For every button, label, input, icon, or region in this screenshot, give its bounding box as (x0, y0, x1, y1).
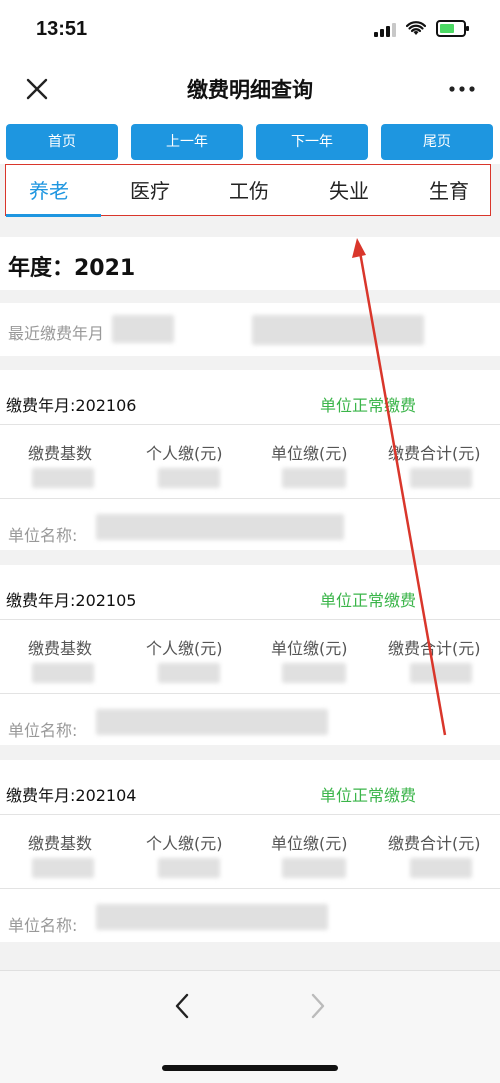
redacted-value (158, 858, 220, 878)
tab-maternity[interactable]: 生育 (429, 175, 469, 204)
first-page-button[interactable]: 首页 (6, 124, 118, 160)
status-bar: 13:51 (0, 0, 500, 60)
tab-medical[interactable]: 医疗 (130, 175, 170, 204)
col-base: 缴费基数 (28, 834, 93, 853)
redacted-value (158, 663, 220, 683)
recent-payment-row: 最近缴费年月 (0, 303, 500, 356)
divider (0, 693, 500, 694)
payment-record: 缴费年月:202106 单位正常缴费 缴费基数 个人缴(元) 单位缴(元) 缴费… (0, 370, 500, 550)
signal-icon (374, 21, 396, 37)
redacted-value (410, 468, 472, 488)
redacted-value (410, 858, 472, 878)
battery-icon (436, 20, 469, 37)
col-total: 缴费合计(元) (388, 639, 481, 658)
col-personal: 个人缴(元) (146, 444, 223, 463)
divider (0, 424, 500, 425)
redacted-value (32, 858, 94, 878)
page-title: 缴费明细查询 (187, 78, 313, 102)
more-icon[interactable] (446, 74, 478, 104)
tab-pension[interactable]: 养老 (29, 175, 69, 204)
redacted-value (282, 468, 346, 488)
col-personal: 个人缴(元) (146, 834, 223, 853)
col-employer: 单位缴(元) (271, 834, 348, 853)
col-total: 缴费合计(元) (388, 444, 481, 463)
divider (0, 814, 500, 815)
title-bar: 缴费明细查询 (0, 60, 500, 118)
redacted-value (282, 858, 346, 878)
unit-name-label: 单位名称: (8, 916, 78, 935)
payment-record: 缴费年月:202105 单位正常缴费 缴费基数 个人缴(元) 单位缴(元) 缴费… (0, 565, 500, 745)
chevron-right-icon[interactable] (302, 991, 332, 1021)
insurance-tabs: 养老 医疗 工伤 失业 生育 (5, 164, 491, 217)
col-base: 缴费基数 (28, 639, 93, 658)
year-section: 年度：2021 (0, 237, 500, 290)
unit-name-label: 单位名称: (8, 721, 78, 740)
divider (0, 619, 500, 620)
payment-record: 缴费年月:202104 单位正常缴费 缴费基数 个人缴(元) 单位缴(元) 缴费… (0, 760, 500, 942)
redacted-value (96, 514, 344, 540)
tab-unemployment[interactable]: 失业 (329, 175, 369, 204)
home-indicator (162, 1065, 338, 1071)
chevron-left-icon[interactable] (168, 991, 198, 1021)
record-month: 缴费年月:202105 (6, 591, 137, 610)
wifi-icon (406, 20, 426, 35)
record-month: 缴费年月:202106 (6, 396, 137, 415)
active-tab-indicator (6, 214, 101, 217)
record-status: 单位正常缴费 (320, 786, 417, 805)
redacted-value (32, 663, 94, 683)
redacted-value (112, 315, 174, 343)
redacted-value (96, 904, 328, 930)
recent-payment-label: 最近缴费年月 (8, 324, 105, 343)
redacted-value (252, 315, 424, 345)
record-status: 单位正常缴费 (320, 591, 417, 610)
record-status: 单位正常缴费 (320, 396, 417, 415)
tab-injury[interactable]: 工伤 (229, 175, 269, 204)
status-icons (374, 20, 469, 37)
redacted-value (282, 663, 346, 683)
divider (0, 888, 500, 889)
col-employer: 单位缴(元) (271, 444, 348, 463)
divider (0, 498, 500, 499)
redacted-value (158, 468, 220, 488)
col-personal: 个人缴(元) (146, 639, 223, 658)
last-page-button[interactable]: 尾页 (381, 124, 493, 160)
unit-name-label: 单位名称: (8, 526, 78, 545)
year-nav-buttons: 首页 上一年 下一年 尾页 (0, 118, 500, 164)
bottom-toolbar (0, 970, 500, 1083)
redacted-value (410, 663, 472, 683)
redacted-value (96, 709, 328, 735)
redacted-value (32, 468, 94, 488)
col-employer: 单位缴(元) (271, 639, 348, 658)
status-time: 13:51 (36, 18, 88, 40)
year-title: 年度：2021 (8, 256, 136, 281)
col-base: 缴费基数 (28, 444, 93, 463)
next-year-button[interactable]: 下一年 (256, 124, 368, 160)
record-month: 缴费年月:202104 (6, 786, 137, 805)
prev-year-button[interactable]: 上一年 (131, 124, 243, 160)
col-total: 缴费合计(元) (388, 834, 481, 853)
